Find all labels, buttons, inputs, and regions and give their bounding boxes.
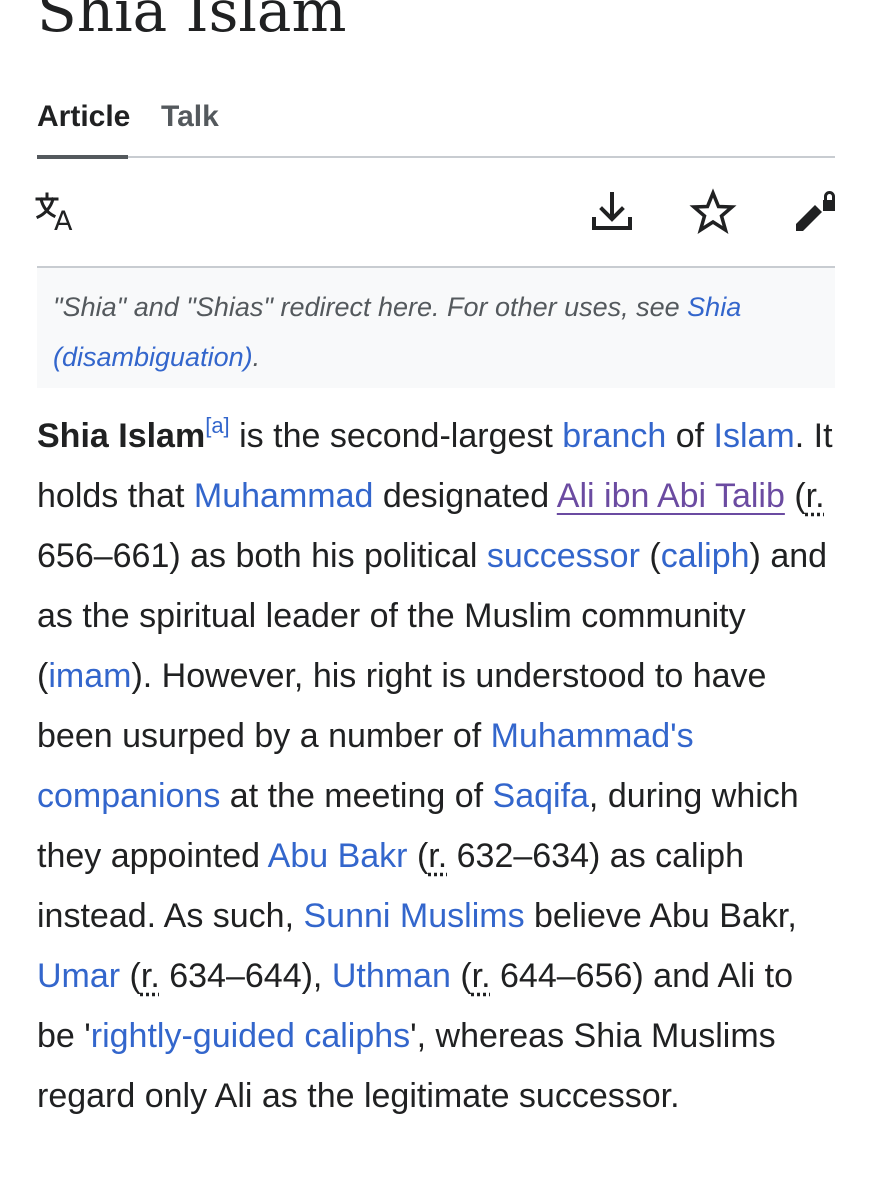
link-imam[interactable]: imam (48, 657, 131, 695)
link-sunni-muslims[interactable]: Sunni Muslims (304, 897, 525, 935)
lead-text: designated (373, 477, 557, 515)
lead-text: believe Abu Bakr, (524, 897, 797, 935)
lead-text: is the second-largest (229, 417, 563, 455)
reign-abbreviation[interactable]: r. (806, 477, 825, 515)
link-umar[interactable]: Umar (37, 957, 120, 995)
link-successor[interactable]: successor (487, 537, 640, 575)
lead-text: at the meeting of (220, 777, 493, 815)
language-icon[interactable]: A (33, 188, 81, 236)
footnote-ref[interactable]: [a] (205, 413, 229, 438)
lead-text: ( (450, 957, 472, 995)
lead-text: ( (639, 537, 661, 575)
svg-text:A: A (54, 206, 73, 236)
article-subject: Shia Islam (37, 417, 206, 455)
link-abu-bakr[interactable]: Abu Bakr (268, 837, 408, 875)
lead-paragraph: Shia Islam[a] is the second-largest bran… (37, 406, 835, 1126)
lead-text: ( (784, 477, 806, 515)
download-icon[interactable] (588, 188, 636, 236)
link-muhammad[interactable]: Muhammad (194, 477, 374, 515)
lead-text: of (666, 417, 714, 455)
tab-article[interactable]: Article (37, 98, 130, 136)
lead-text: 656–661) as both his political (37, 537, 487, 575)
page-title: Shia Islam (37, 0, 347, 45)
hatnote-end: . (252, 342, 261, 372)
link-uthman[interactable]: Uthman (332, 957, 451, 995)
lead-text: ( (407, 837, 429, 875)
hatnote: "Shia" and "Shias" redirect here. For ot… (37, 268, 835, 388)
link-caliph[interactable]: caliph (661, 537, 750, 575)
hatnote-text: "Shia" and "Shias" redirect here. For ot… (53, 292, 688, 322)
link-branch[interactable]: branch (562, 417, 666, 455)
lead-text: 634–644), (159, 957, 332, 995)
tab-talk[interactable]: Talk (161, 98, 219, 136)
reign-abbreviation[interactable]: r. (472, 957, 491, 995)
page-tabs: Article Talk (37, 96, 835, 159)
edit-locked-icon[interactable] (787, 188, 835, 236)
link-islam[interactable]: Islam (714, 417, 795, 455)
reign-abbreviation[interactable]: r. (428, 837, 447, 875)
star-icon[interactable] (689, 188, 737, 236)
lead-text: ( (120, 957, 141, 995)
link-saqifa[interactable]: Saqifa (493, 777, 589, 815)
reign-abbreviation[interactable]: r. (141, 957, 160, 995)
link-rightly-guided-caliphs[interactable]: rightly-guided caliphs (91, 1017, 410, 1055)
page-actions-toolbar: A (35, 158, 835, 268)
link-ali-ibn-abi-talib[interactable]: Ali ibn Abi Talib (557, 477, 785, 515)
